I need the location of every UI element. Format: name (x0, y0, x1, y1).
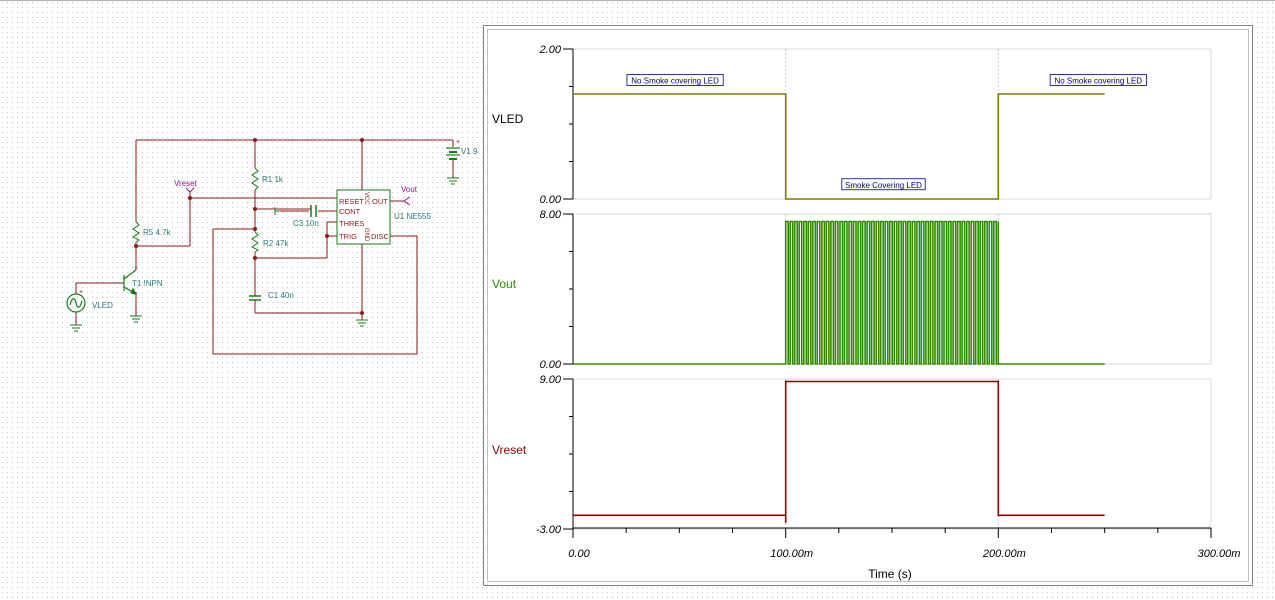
capacitor-c3[interactable] (310, 205, 317, 217)
series-line-vout (573, 220, 1105, 365)
annotation-label-2: No Smoke covering LED (1054, 77, 1142, 86)
pin-thres-label: THRES (339, 219, 364, 228)
ne555-chip[interactable]: RESET CONT THRES TRIG OUT DISC VCC GND (336, 189, 391, 245)
pin-out-label: OUT (372, 197, 388, 206)
y-tick-label: 8.00 (540, 209, 562, 221)
u1-label: U1 NE555 (394, 212, 431, 221)
x-tick-label: 300.00m (1198, 548, 1241, 560)
pin-reset-label: RESET (339, 197, 364, 206)
r1-label: R1 1k (262, 175, 284, 184)
x-tick-label: 200.00m (982, 548, 1026, 560)
x-tick-label: 0.00 (568, 548, 590, 560)
circuit-schematic[interactable]: RESET CONT THRES TRIG OUT DISC VCC GND +… (0, 0, 480, 600)
t1-label: T1 !NPN (132, 279, 163, 288)
signal-label-vreset: Vreset (492, 443, 527, 457)
y-tick-label: 9.00 (540, 374, 562, 386)
v1-label: V1 9 (461, 147, 478, 156)
y-tick-label: 2.00 (539, 44, 562, 56)
svg-text:+: + (79, 289, 83, 296)
r2-label: R2 47k (263, 239, 289, 248)
panel-frame-vreset (572, 378, 1212, 530)
pin-vcc-label: VCC (363, 192, 369, 205)
c3-label: C3 10n (293, 219, 319, 228)
signal-label-vout: Vout (492, 277, 517, 291)
signal-label-vled: VLED (492, 112, 524, 126)
pin-disc-label: DISC (371, 232, 390, 241)
annotation-label-0: No Smoke covering LED (631, 77, 719, 86)
vreset-node-label: Vreset (174, 179, 198, 188)
pin-cont-label: CONT (339, 207, 361, 216)
vout-node-label: Vout (401, 185, 418, 194)
svg-text:+: + (456, 139, 460, 146)
capacitor-c1[interactable] (249, 290, 261, 303)
y-tick-label: -3.00 (536, 524, 562, 536)
series-line-vled (573, 93, 1105, 200)
vled-label: VLED (92, 301, 113, 310)
pin-trig-label: TRIG (339, 232, 357, 241)
r5-label: R5 4.7k (143, 228, 172, 237)
waveform-plot-window[interactable]: 2.00 0.00 No Smoke covering LED Smoke Cover… (483, 25, 1253, 586)
y-tick-label: 0.00 (540, 359, 562, 371)
panel-frame-vled (572, 48, 1212, 200)
waveform-chart[interactable]: 2.00 0.00 No Smoke covering LED Smoke Cover… (484, 26, 1254, 587)
annotation-label-1: Smoke Covering LED (845, 181, 922, 190)
pin-gnd-label: GND (363, 228, 369, 242)
resistor-r2[interactable] (251, 231, 259, 253)
x-tick-label: 100.00m (770, 548, 813, 560)
resistor-r1[interactable] (251, 167, 259, 191)
x-axis-label: Time (s) (868, 567, 912, 581)
resistor-r5[interactable] (132, 221, 140, 243)
c1-label: C1 40n (268, 291, 294, 300)
series-line-vreset (573, 380, 1105, 523)
y-tick-label: 0.00 (540, 194, 562, 206)
junction-dots (134, 138, 364, 315)
